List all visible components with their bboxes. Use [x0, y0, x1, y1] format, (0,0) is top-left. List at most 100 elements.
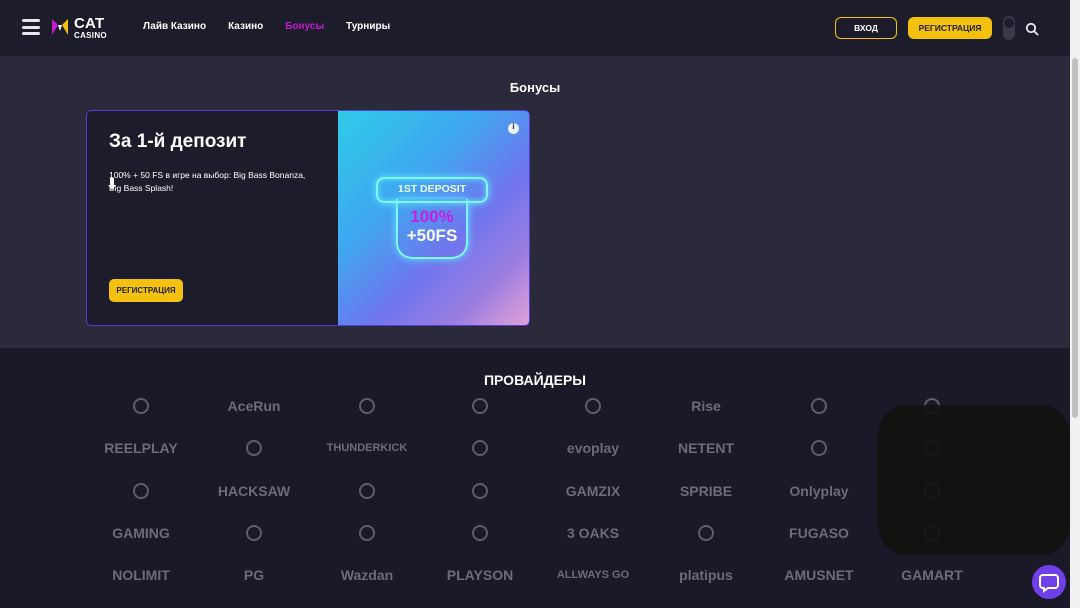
provider-logo[interactable]	[435, 479, 525, 503]
provider-logo[interactable]: PG	[209, 563, 299, 587]
logo-text: CAT	[74, 15, 105, 32]
provider-logo[interactable]: FUGASO	[774, 521, 864, 545]
provider-name: REELPLAY	[104, 440, 178, 456]
provider-mark-icon	[133, 398, 149, 414]
provider-logo[interactable]	[322, 479, 412, 503]
bonus-card-description: 100% + 50 FS в игре на выбор: Big Bass B…	[109, 170, 306, 193]
deposit-free-spins: +50FS	[406, 226, 458, 245]
provider-mark-icon	[246, 440, 262, 456]
provider-name: AceRun	[227, 398, 281, 414]
provider-logo[interactable]	[322, 394, 412, 418]
provider-logo[interactable]: HACKSAW	[209, 479, 299, 503]
login-button[interactable]: ВХОД	[835, 17, 897, 39]
provider-name: SPRIBE	[679, 483, 733, 499]
provider-logo[interactable]: AceRun	[209, 394, 299, 418]
provider-logo[interactable]: AMUSNET	[774, 563, 864, 587]
provider-name: Onlyplay	[789, 483, 849, 499]
theme-toggle-icon[interactable]	[1003, 16, 1015, 40]
main-nav: Лайв Казино Казино Бонусы Турниры	[143, 21, 390, 32]
screen-overlay	[878, 405, 1070, 555]
nav-tournaments[interactable]: Турниры	[346, 21, 390, 32]
nav-live-casino[interactable]: Лайв Казино	[143, 21, 206, 32]
page-scrollbar[interactable]	[1070, 0, 1080, 608]
provider-logo[interactable]: Rise	[661, 394, 751, 418]
provider-mark-icon	[472, 440, 488, 456]
menu-icon[interactable]	[22, 19, 40, 35]
provider-logo[interactable]: GAMZIX	[548, 479, 638, 503]
provider-logo[interactable]: SPRIBE	[661, 479, 751, 503]
first-deposit-bonus-card: За 1-й депозит 100% + 50 FS в игре на вы…	[86, 110, 530, 326]
provider-logo[interactable]: Onlyplay	[774, 479, 864, 503]
provider-mark-icon	[133, 483, 149, 499]
provider-name: THUNDERKICK	[326, 442, 408, 454]
provider-logo[interactable]	[209, 521, 299, 545]
provider-name: platipus	[679, 567, 733, 583]
logo-subtext: CASINO	[74, 31, 107, 40]
chat-button[interactable]	[1032, 565, 1066, 599]
provider-mark-icon	[472, 483, 488, 499]
provider-logo[interactable]: 3 OAKS	[548, 521, 638, 545]
provider-mark-icon	[359, 398, 375, 414]
provider-mark-icon	[359, 483, 375, 499]
deposit-badge: 1ST DEPOSIT 100% +50FS	[376, 177, 488, 262]
provider-logo[interactable]: THUNDERKICK	[322, 436, 412, 460]
provider-mark-icon	[359, 525, 375, 541]
provider-mark-icon	[472, 398, 488, 414]
nav-bonuses[interactable]: Бонусы	[285, 21, 324, 32]
info-icon[interactable]	[508, 122, 519, 134]
provider-mark-icon	[246, 525, 262, 541]
provider-name: GAMART	[901, 567, 963, 583]
provider-name: NETENT	[678, 440, 734, 456]
provider-name: GAMZIX	[565, 483, 621, 499]
providers-title: ПРОВАЙДЕРЫ	[483, 372, 587, 388]
provider-logo[interactable]	[435, 394, 525, 418]
provider-logo[interactable]: platipus	[661, 563, 751, 587]
provider-logo[interactable]	[548, 394, 638, 418]
chat-icon	[1039, 574, 1059, 593]
provider-logo[interactable]	[435, 436, 525, 460]
provider-name: FUGASO	[789, 525, 849, 541]
provider-logo[interactable]: PLAYSON	[435, 563, 525, 587]
provider-name: HACKSAW	[217, 483, 291, 499]
provider-logo[interactable]	[96, 394, 186, 418]
provider-name: AMUSNET	[784, 567, 854, 583]
provider-logo[interactable]: NETENT	[661, 436, 751, 460]
provider-logo[interactable]	[774, 394, 864, 418]
scrollbar-thumb[interactable]	[1072, 58, 1078, 418]
provider-mark-icon	[698, 525, 714, 541]
bonus-register-button[interactable]: РЕГИСТРАЦИЯ	[109, 279, 183, 302]
bonus-card-title: За 1-й депозит	[109, 131, 247, 152]
provider-name: 3 OAKS	[566, 525, 620, 541]
provider-logo[interactable]: evoplay	[548, 436, 638, 460]
provider-logo[interactable]: NOLIMIT	[96, 563, 186, 587]
provider-logo[interactable]	[209, 436, 299, 460]
deposit-badge-label: 1ST DEPOSIT	[376, 177, 488, 203]
provider-name: PG	[243, 567, 265, 583]
search-icon[interactable]	[1025, 22, 1039, 36]
provider-name: Rise	[691, 398, 721, 414]
nav-casino[interactable]: Казино	[228, 21, 263, 32]
provider-logo[interactable]	[322, 521, 412, 545]
register-button[interactable]: РЕГИСТРАЦИЯ	[908, 17, 992, 39]
bonus-card-image: 1ST DEPOSIT 100% +50FS	[338, 111, 529, 325]
site-logo[interactable]: CAT CASINO	[50, 14, 110, 42]
provider-mark-icon	[585, 398, 601, 414]
provider-mark-icon	[811, 440, 827, 456]
cat-logo-icon	[52, 19, 68, 35]
provider-logo[interactable]: REELPLAY	[96, 436, 186, 460]
provider-logo[interactable]	[435, 521, 525, 545]
provider-name: GAMING	[112, 525, 170, 541]
provider-logo[interactable]	[96, 479, 186, 503]
top-header: CAT CASINO Лайв Казино Казино Бонусы Тур…	[0, 0, 1080, 56]
provider-logo[interactable]: GAMING	[96, 521, 186, 545]
provider-logo[interactable]: ALLWAYS GO	[548, 563, 638, 587]
provider-logo[interactable]: GAMART	[887, 563, 977, 587]
bonuses-section-title: Бонусы	[509, 80, 561, 95]
provider-logo[interactable]	[774, 436, 864, 460]
provider-logo[interactable]	[661, 521, 751, 545]
provider-name: PLAYSON	[446, 567, 514, 583]
theme-toggle-knob	[1004, 18, 1014, 28]
provider-logo[interactable]: Wazdan	[322, 563, 412, 587]
mouse-cursor-icon	[108, 178, 116, 190]
provider-name: NOLIMIT	[112, 567, 170, 583]
